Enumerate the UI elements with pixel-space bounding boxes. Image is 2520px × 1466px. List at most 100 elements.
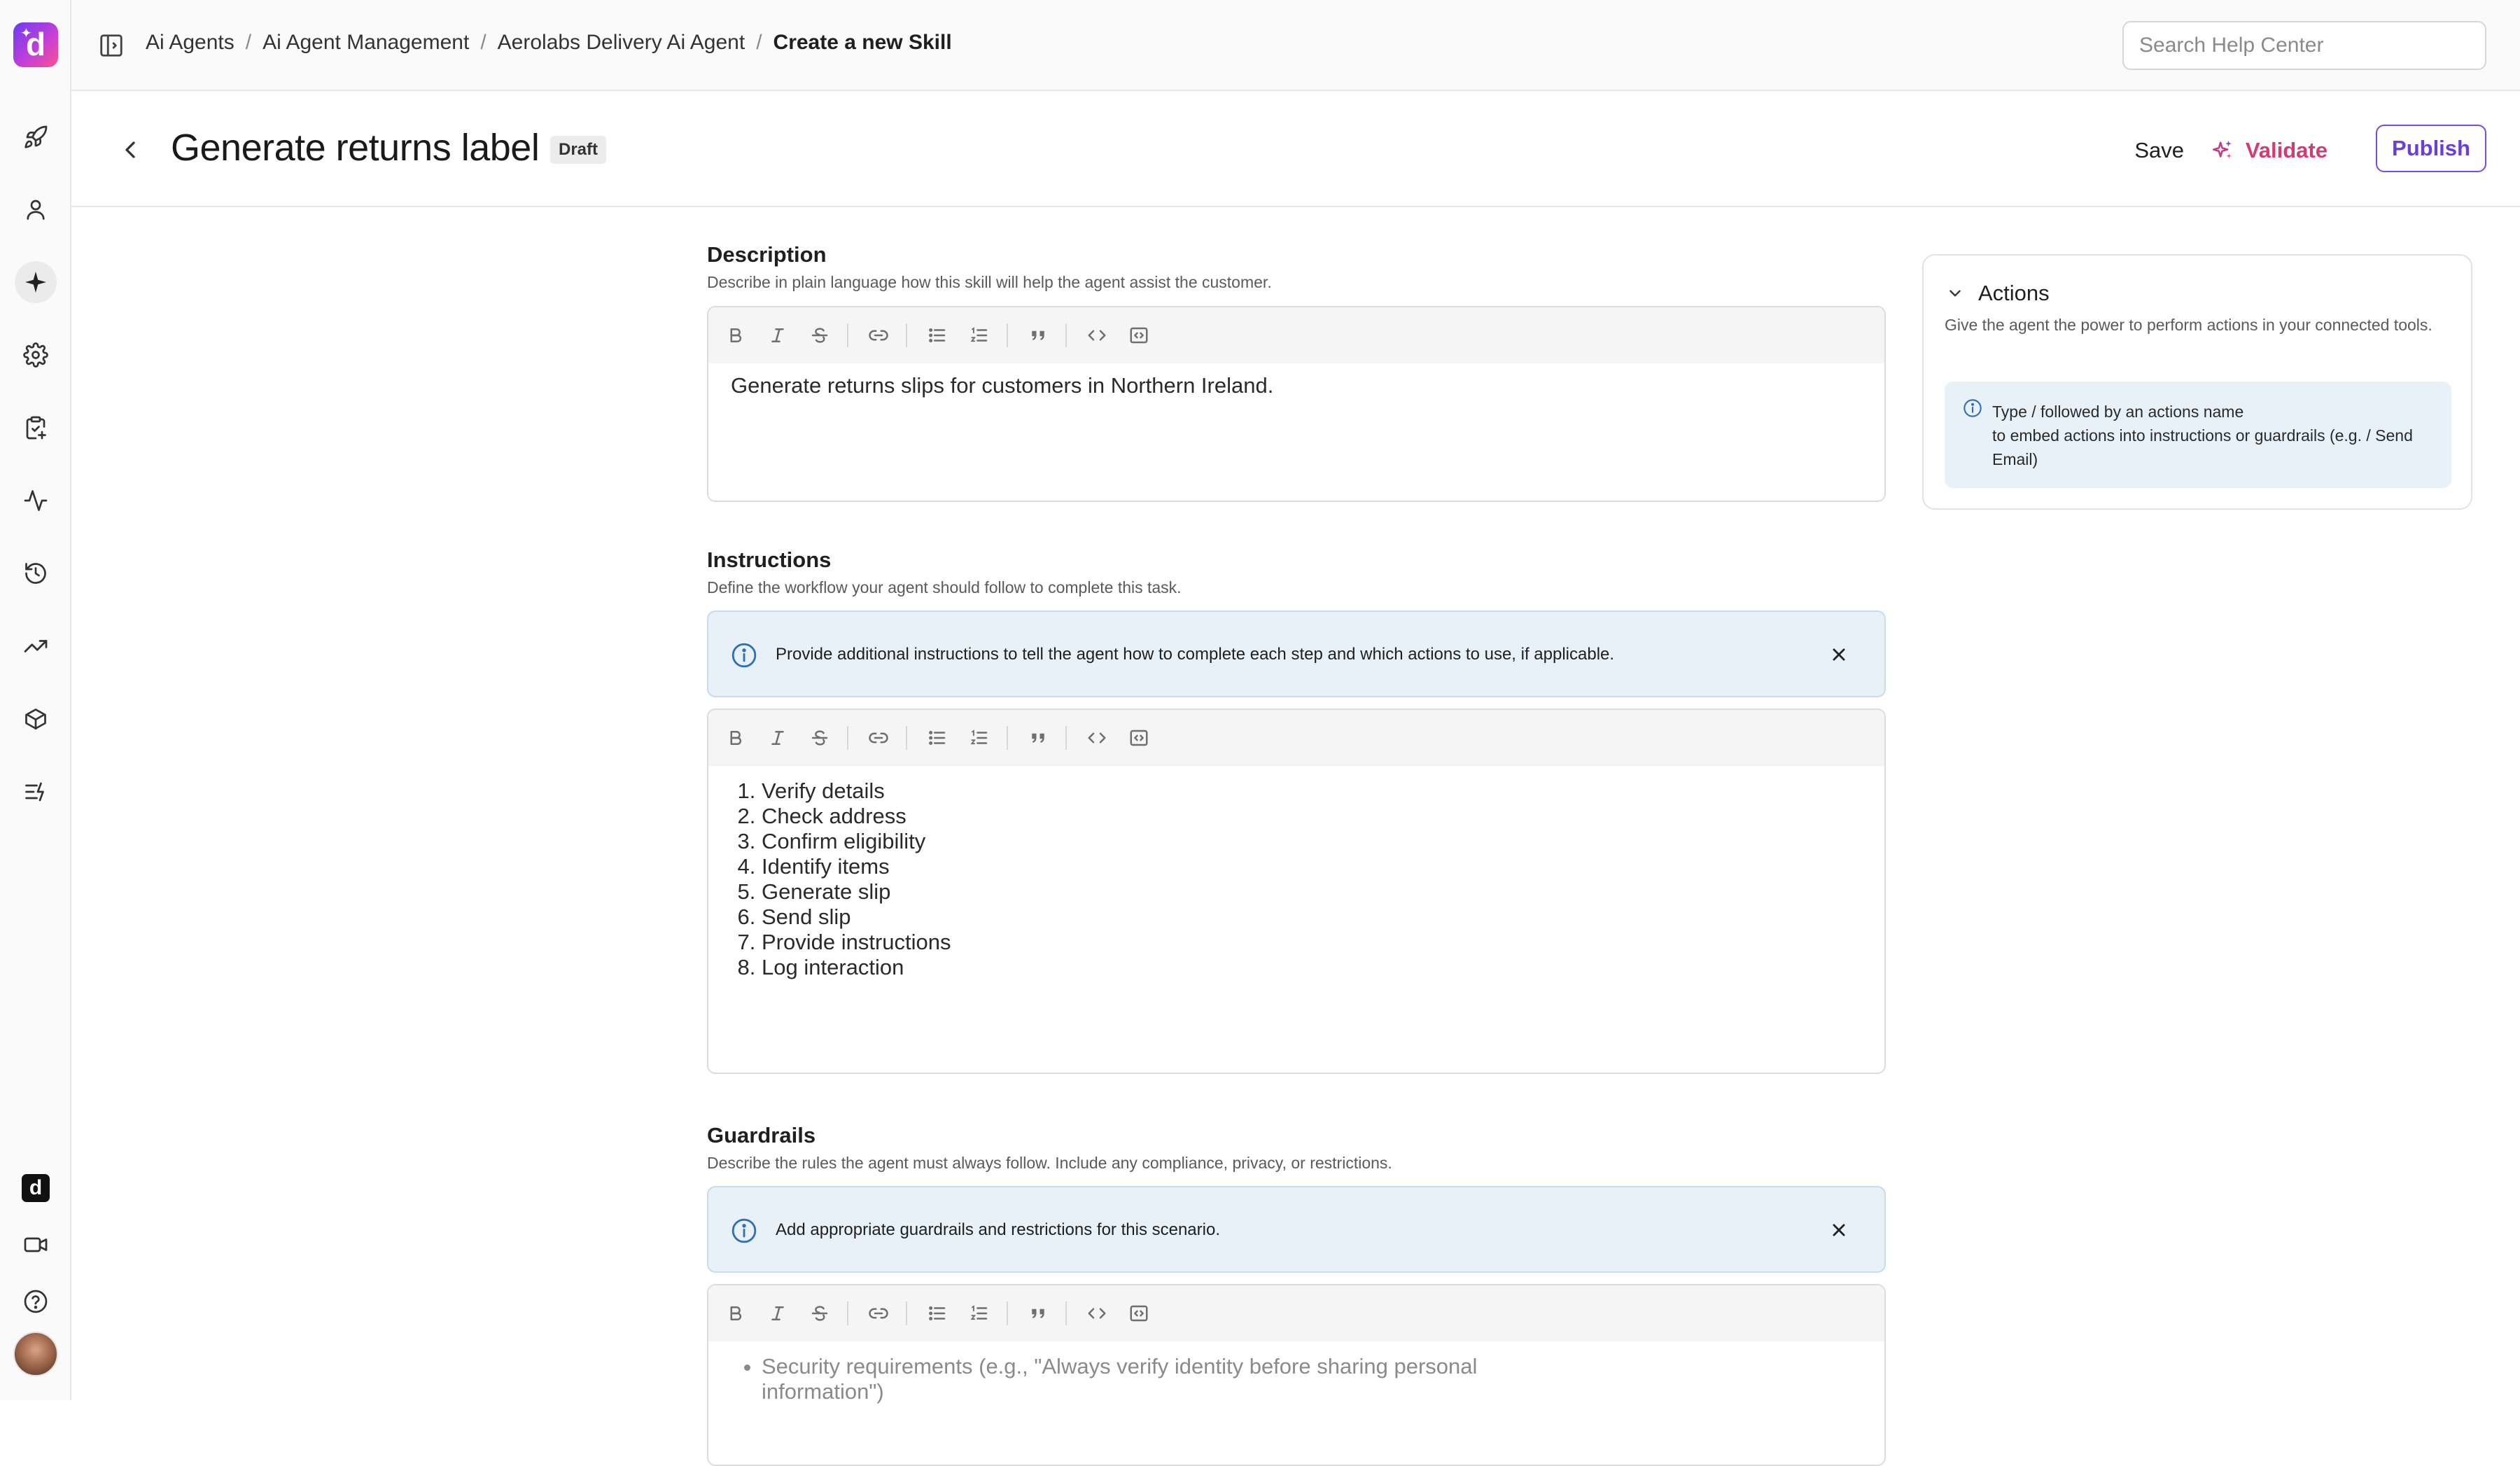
bullet-list-icon (929, 1306, 946, 1320)
code-icon (1088, 732, 1106, 744)
quote-button[interactable] (1026, 1301, 1050, 1325)
avatar[interactable] (13, 1332, 58, 1376)
app-logo[interactable]: ✦ d (13, 22, 58, 67)
toolbar-divider (847, 726, 848, 750)
toolbar-divider (847, 1301, 848, 1325)
instructions-info-banner: Provide additional instructions to tell … (707, 610, 1886, 697)
link-button[interactable] (867, 1301, 890, 1325)
quote-button[interactable] (1026, 323, 1050, 347)
sidebar-item-launch[interactable] (15, 116, 57, 158)
sidebar-item-activity[interactable] (15, 480, 57, 522)
strikethrough-icon (811, 730, 828, 746)
strikethrough-button[interactable] (808, 1301, 832, 1325)
code-button[interactable] (1085, 1301, 1109, 1325)
quote-icon (1032, 330, 1044, 340)
sidebar-item-history[interactable] (15, 552, 57, 594)
bold-button[interactable] (724, 726, 748, 750)
italic-icon (771, 731, 784, 745)
code-block-icon (1130, 1305, 1148, 1322)
brand-mini-logo[interactable]: d (22, 1174, 50, 1202)
link-button[interactable] (867, 726, 890, 750)
chevron-left-icon (125, 141, 135, 158)
guardrails-editor[interactable]: Security requirements (e.g., "Always ver… (707, 1284, 1886, 1466)
instructions-editor[interactable]: Verify details Check address Confirm eli… (707, 708, 1886, 1074)
actions-title: Actions (1978, 281, 2050, 305)
instructions-subtitle: Define the workflow your agent should fo… (707, 578, 1182, 596)
activity-icon (24, 490, 48, 511)
strikethrough-button[interactable] (808, 726, 832, 750)
publish-button[interactable]: Publish (2376, 125, 2486, 172)
toolbar-divider (1065, 323, 1067, 347)
numbered-list-button[interactable] (967, 1301, 991, 1325)
italic-icon (771, 328, 784, 342)
chevron-down-icon (1949, 290, 1961, 297)
toolbar-divider (1007, 323, 1008, 347)
bullet-list-icon (929, 731, 946, 745)
dismiss-guardrails-info-button[interactable] (1827, 1218, 1851, 1242)
bullet-list-button[interactable] (925, 323, 949, 347)
sidebar-item-analytics[interactable] (15, 625, 57, 667)
bullet-list-button[interactable] (925, 726, 949, 750)
list-item: Generate slip (762, 879, 1862, 905)
code-button[interactable] (1085, 726, 1109, 750)
code-block-icon (1130, 327, 1148, 344)
italic-button[interactable] (766, 726, 790, 750)
code-block-button[interactable] (1127, 726, 1151, 750)
breadcrumb-agent[interactable]: Aerolabs Delivery Ai Agent (498, 31, 746, 54)
toolbar-divider (847, 323, 848, 347)
strikethrough-button[interactable] (808, 323, 832, 347)
close-icon (1833, 648, 1845, 661)
info-icon (1963, 399, 1982, 417)
breadcrumb-ai-agents[interactable]: Ai Agents (146, 31, 234, 54)
back-button[interactable] (116, 136, 144, 164)
info-icon (732, 1218, 757, 1243)
sidebar-item-video[interactable] (15, 1224, 57, 1266)
toolbar-divider (1065, 1301, 1067, 1325)
sidebar-item-ai-agents[interactable] (15, 261, 57, 303)
toolbar-divider (1007, 726, 1008, 750)
toolbar-divider (1065, 726, 1067, 750)
code-icon (1088, 1308, 1106, 1319)
placeholder-item: Security requirements (e.g., "Always ver… (762, 1354, 1862, 1404)
actions-collapse-toggle[interactable]: Actions (1946, 281, 2050, 306)
code-block-button[interactable] (1127, 1301, 1151, 1325)
description-section: Description Describe in plain language h… (707, 242, 1886, 292)
code-icon (1088, 330, 1106, 341)
actions-panel: Actions Give the agent the power to perf… (1922, 254, 2472, 510)
numbered-list-button[interactable] (967, 323, 991, 347)
bold-icon (730, 328, 742, 342)
bold-button[interactable] (724, 323, 748, 347)
breadcrumb-ai-agent-management[interactable]: Ai Agent Management (262, 31, 469, 54)
sidebar-item-help[interactable] (15, 1280, 57, 1322)
description-editor[interactable]: Generate returns slips for customers in … (707, 306, 1886, 502)
sidebar-item-flows[interactable] (15, 771, 57, 813)
quote-button[interactable] (1026, 726, 1050, 750)
list-item: Provide instructions (762, 930, 1862, 955)
validate-button[interactable]: Validate (2211, 133, 2328, 168)
italic-button[interactable] (766, 323, 790, 347)
help-circle-icon (24, 1290, 48, 1313)
sidebar-item-products[interactable] (15, 698, 57, 740)
save-button[interactable]: Save (2134, 133, 2184, 168)
sidebar-item-settings[interactable] (15, 334, 57, 376)
list-item: Confirm eligibility (762, 829, 1862, 854)
search-input[interactable] (2122, 21, 2486, 70)
list-item: Check address (762, 804, 1862, 829)
actions-tip-line: to embed actions into instructions or gu… (1992, 426, 2413, 468)
code-block-button[interactable] (1127, 323, 1151, 347)
sidebar-item-customers[interactable] (15, 188, 57, 230)
bold-button[interactable] (724, 1301, 748, 1325)
italic-button[interactable] (766, 1301, 790, 1325)
code-button[interactable] (1085, 323, 1109, 347)
actions-tip-line: Type / followed by an actions name (1992, 403, 2244, 421)
sparkle-icon (25, 272, 46, 293)
link-button[interactable] (867, 323, 890, 347)
sidebar-item-tasks[interactable] (15, 407, 57, 449)
video-camera-icon (24, 1237, 48, 1252)
numbered-list-button[interactable] (967, 726, 991, 750)
sidebar-toggle-button[interactable] (98, 32, 125, 59)
dismiss-instructions-info-button[interactable] (1827, 643, 1851, 666)
bold-icon (730, 731, 742, 745)
close-icon (1833, 1224, 1845, 1236)
bullet-list-button[interactable] (925, 1301, 949, 1325)
